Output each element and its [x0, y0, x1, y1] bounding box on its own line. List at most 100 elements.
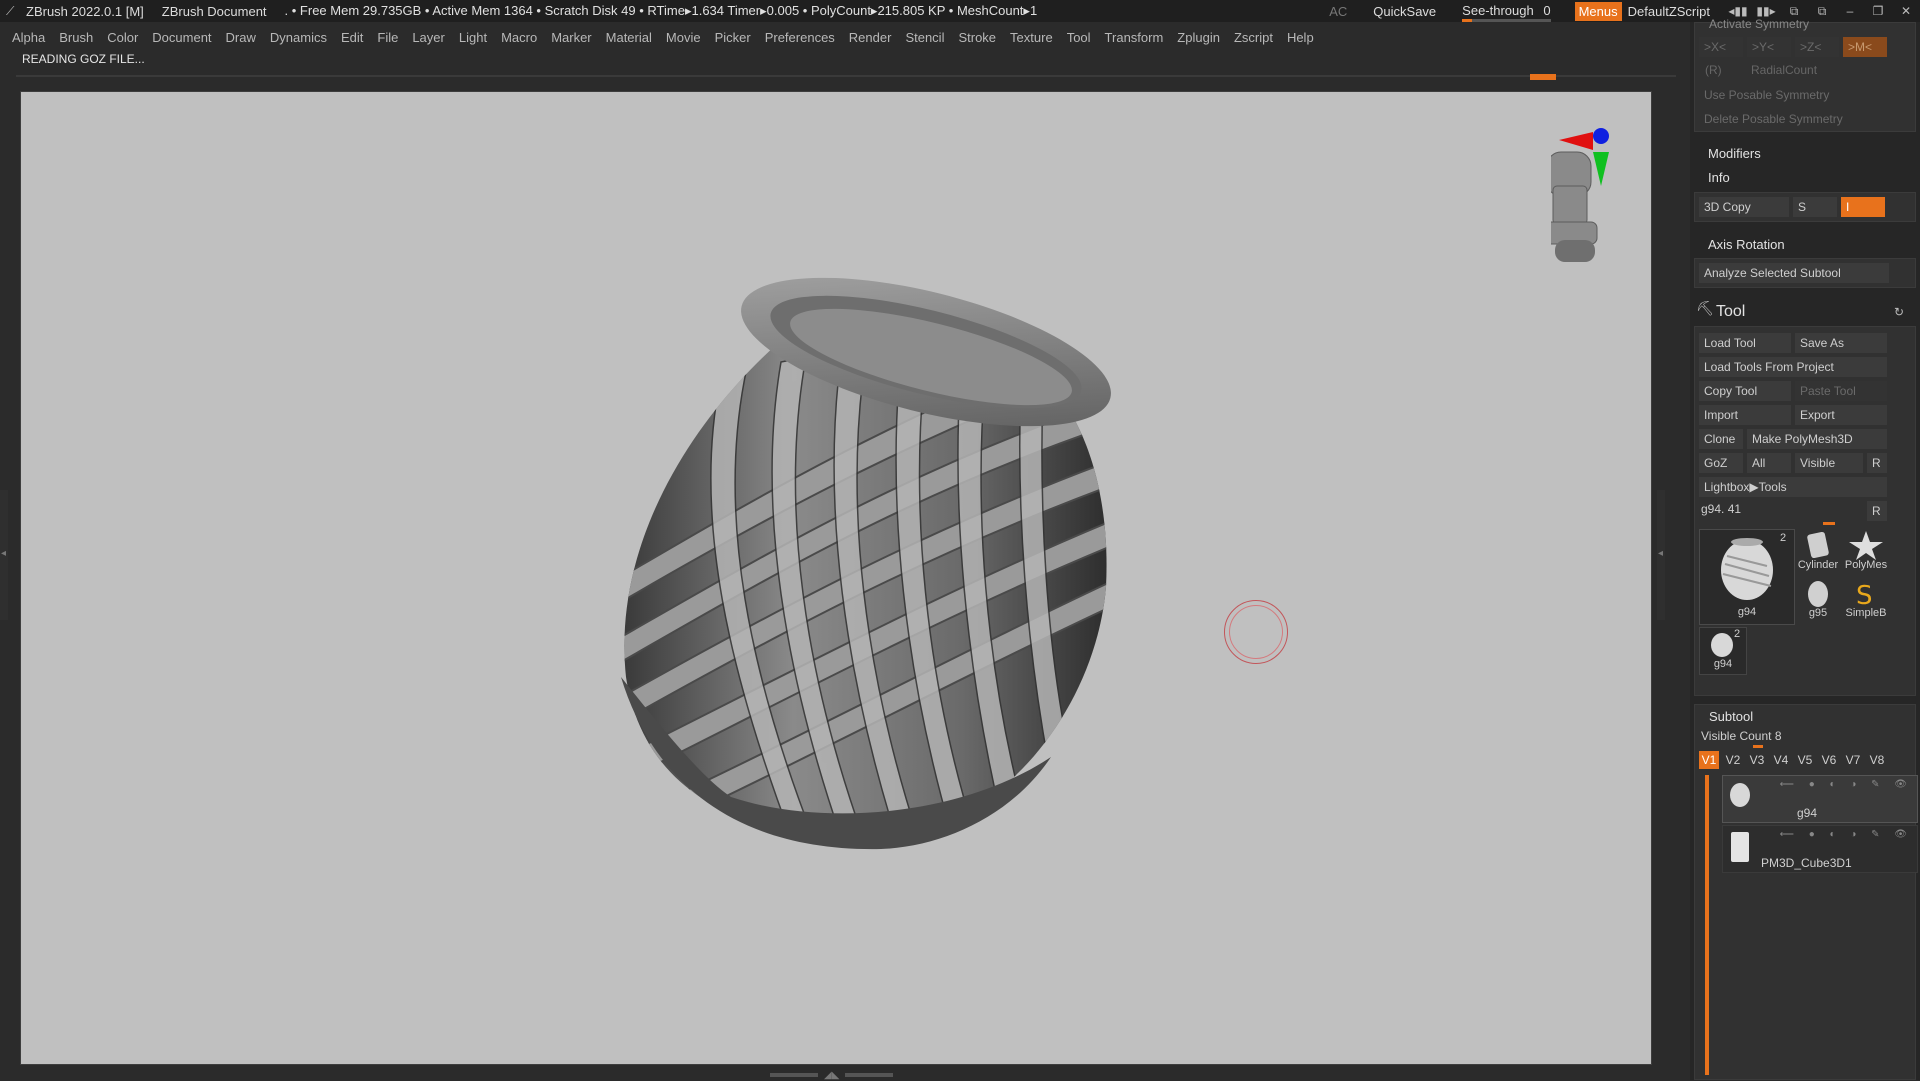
- menus-button[interactable]: Menus: [1574, 1, 1622, 21]
- copy3d-i-button[interactable]: I: [1841, 197, 1885, 217]
- menu-help[interactable]: Help: [1287, 30, 1314, 45]
- refresh-icon[interactable]: ↻: [1894, 305, 1904, 319]
- version-v4-button[interactable]: V4: [1771, 751, 1791, 769]
- version-v3-button[interactable]: V3: [1747, 751, 1767, 769]
- clone-button[interactable]: Clone: [1699, 429, 1743, 449]
- version-v8-button[interactable]: V8: [1867, 751, 1887, 769]
- menu-brush[interactable]: Brush: [59, 30, 93, 45]
- radial-r-label[interactable]: (R): [1705, 63, 1722, 77]
- version-v6-button[interactable]: V6: [1819, 751, 1839, 769]
- axis-rotation-section[interactable]: Axis Rotation: [1708, 237, 1785, 252]
- menu-render[interactable]: Render: [849, 30, 892, 45]
- close-icon[interactable]: ✕: [1892, 4, 1920, 18]
- symmetry-m-button[interactable]: >M<: [1843, 37, 1887, 57]
- tool-thumb-polymesh[interactable]: PolyMes: [1843, 529, 1889, 575]
- menu-color[interactable]: Color: [107, 30, 138, 45]
- export-button[interactable]: Export: [1795, 405, 1887, 425]
- menu-transform[interactable]: Transform: [1105, 30, 1164, 45]
- symmetry-y-button[interactable]: >Y<: [1747, 37, 1791, 57]
- layout-alt-icon[interactable]: ▮▮▸: [1752, 4, 1780, 18]
- load-tool-button[interactable]: Load Tool: [1699, 333, 1791, 353]
- load-tools-from-project-button[interactable]: Load Tools From Project: [1699, 357, 1887, 377]
- import-button[interactable]: Import: [1699, 405, 1791, 425]
- version-v1-button[interactable]: V1: [1699, 751, 1719, 769]
- copy-tool-button[interactable]: Copy Tool: [1699, 381, 1791, 401]
- menu-picker[interactable]: Picker: [715, 30, 751, 45]
- tool-thumb-g94-small[interactable]: g94 2: [1699, 627, 1747, 675]
- symmetry-z-button[interactable]: >Z<: [1795, 37, 1839, 57]
- menu-draw[interactable]: Draw: [226, 30, 256, 45]
- use-posable-symmetry-button[interactable]: Use Posable Symmetry: [1699, 85, 1889, 105]
- goz-button[interactable]: GoZ: [1699, 453, 1743, 473]
- subtool-row-icons[interactable]: ⟵ ● ◐ ◑ ✎ 👁: [1780, 779, 1913, 790]
- goz-r-button[interactable]: R: [1867, 453, 1887, 473]
- copy3d-button[interactable]: 3D Copy: [1699, 197, 1789, 217]
- menu-layer[interactable]: Layer: [412, 30, 445, 45]
- default-zscript-button[interactable]: DefaultZScript: [1628, 4, 1710, 19]
- paste-tool-button[interactable]: Paste Tool: [1795, 381, 1887, 401]
- menu-edit[interactable]: Edit: [341, 30, 363, 45]
- analyze-selected-subtool-button[interactable]: Analyze Selected Subtool: [1699, 263, 1889, 283]
- save-as-button[interactable]: Save As: [1795, 333, 1887, 353]
- current-tool-slider[interactable]: g94. 41: [1701, 502, 1741, 516]
- navigation-gizmo-icon[interactable]: [1551, 122, 1623, 262]
- delete-posable-symmetry-button[interactable]: Delete Posable Symmetry: [1699, 109, 1889, 129]
- make-polymesh3d-button[interactable]: Make PolyMesh3D: [1747, 429, 1887, 449]
- menu-alpha[interactable]: Alpha: [12, 30, 45, 45]
- menu-texture[interactable]: Texture: [1010, 30, 1053, 45]
- ac-label[interactable]: AC: [1329, 4, 1347, 19]
- menu-tool[interactable]: Tool: [1067, 30, 1091, 45]
- tool-thumb-g94-main[interactable]: g94 2: [1699, 529, 1795, 625]
- bottom-tray-handle[interactable]: ◢◣: [770, 1070, 900, 1081]
- version-v5-button[interactable]: V5: [1795, 751, 1815, 769]
- visible-count-slider[interactable]: Visible Count 8: [1701, 729, 1782, 743]
- tool-thumb-g95[interactable]: g95: [1795, 577, 1841, 623]
- layout-icon[interactable]: ◂▮▮: [1724, 4, 1752, 18]
- subtool-scrollbar[interactable]: [1705, 775, 1709, 1075]
- menu-zplugin[interactable]: Zplugin: [1177, 30, 1220, 45]
- see-through-slider[interactable]: See-through 0: [1462, 3, 1551, 22]
- menu-macro[interactable]: Macro: [501, 30, 537, 45]
- menu-stencil[interactable]: Stencil: [905, 30, 944, 45]
- subtool-row-icons[interactable]: ⟵ ● ◐ ◑ ✎ 👁: [1780, 829, 1913, 840]
- menu-zscript[interactable]: Zscript: [1234, 30, 1273, 45]
- right-tray-handle[interactable]: ◂: [1657, 490, 1665, 620]
- version-v7-button[interactable]: V7: [1843, 751, 1863, 769]
- menu-stroke[interactable]: Stroke: [958, 30, 996, 45]
- menu-document[interactable]: Document: [152, 30, 211, 45]
- menu-marker[interactable]: Marker: [551, 30, 591, 45]
- subtool-item-pm3d-cube3d1[interactable]: ⟵ ● ◐ ◑ ✎ 👁 PM3D_Cube3D1: [1722, 825, 1918, 873]
- tool-thumb-cylinder[interactable]: Cylinder: [1795, 529, 1841, 575]
- quicksave-button[interactable]: QuickSave: [1373, 4, 1436, 19]
- window-split-icon[interactable]: ⧉: [1808, 4, 1836, 19]
- minimize-icon[interactable]: –: [1836, 4, 1864, 18]
- goz-visible-button[interactable]: Visible: [1795, 453, 1863, 473]
- subtool-item-g94[interactable]: ⟵ ● ◐ ◑ ✎ 👁 g94: [1722, 775, 1918, 823]
- menu-material[interactable]: Material: [606, 30, 652, 45]
- tool-slider-knob[interactable]: [1823, 522, 1835, 525]
- info-section[interactable]: Info: [1708, 170, 1730, 185]
- menu-light[interactable]: Light: [459, 30, 487, 45]
- visible-count-knob[interactable]: [1753, 745, 1763, 748]
- vase-mesh-render[interactable]: [581, 257, 1121, 857]
- canvas-viewport[interactable]: [20, 91, 1652, 1065]
- goz-all-button[interactable]: All: [1747, 453, 1791, 473]
- radial-count-slider[interactable]: RadialCount: [1751, 63, 1817, 77]
- subtool-title[interactable]: Subtool: [1709, 709, 1753, 724]
- tool-r-button[interactable]: R: [1867, 501, 1887, 521]
- menu-dynamics[interactable]: Dynamics: [270, 30, 327, 45]
- menu-preferences[interactable]: Preferences: [765, 30, 835, 45]
- menu-file[interactable]: File: [377, 30, 398, 45]
- menu-movie[interactable]: Movie: [666, 30, 701, 45]
- modifiers-section[interactable]: Modifiers: [1708, 146, 1761, 161]
- tool-thumb-simplebrush[interactable]: S SimpleB: [1843, 577, 1889, 623]
- copy3d-s-button[interactable]: S: [1793, 197, 1837, 217]
- left-tray-handle[interactable]: ◂: [0, 490, 8, 620]
- restore-icon[interactable]: ❐: [1864, 4, 1892, 18]
- symmetry-x-button[interactable]: >X<: [1699, 37, 1743, 57]
- lightbox-tools-button[interactable]: Lightbox▶Tools: [1699, 477, 1887, 497]
- activate-symmetry-label[interactable]: Activate Symmetry: [1709, 17, 1809, 31]
- tool-palette-icon[interactable]: ⛏: [1696, 300, 1714, 317]
- version-v2-button[interactable]: V2: [1723, 751, 1743, 769]
- tool-palette-title[interactable]: Tool: [1716, 303, 1745, 321]
